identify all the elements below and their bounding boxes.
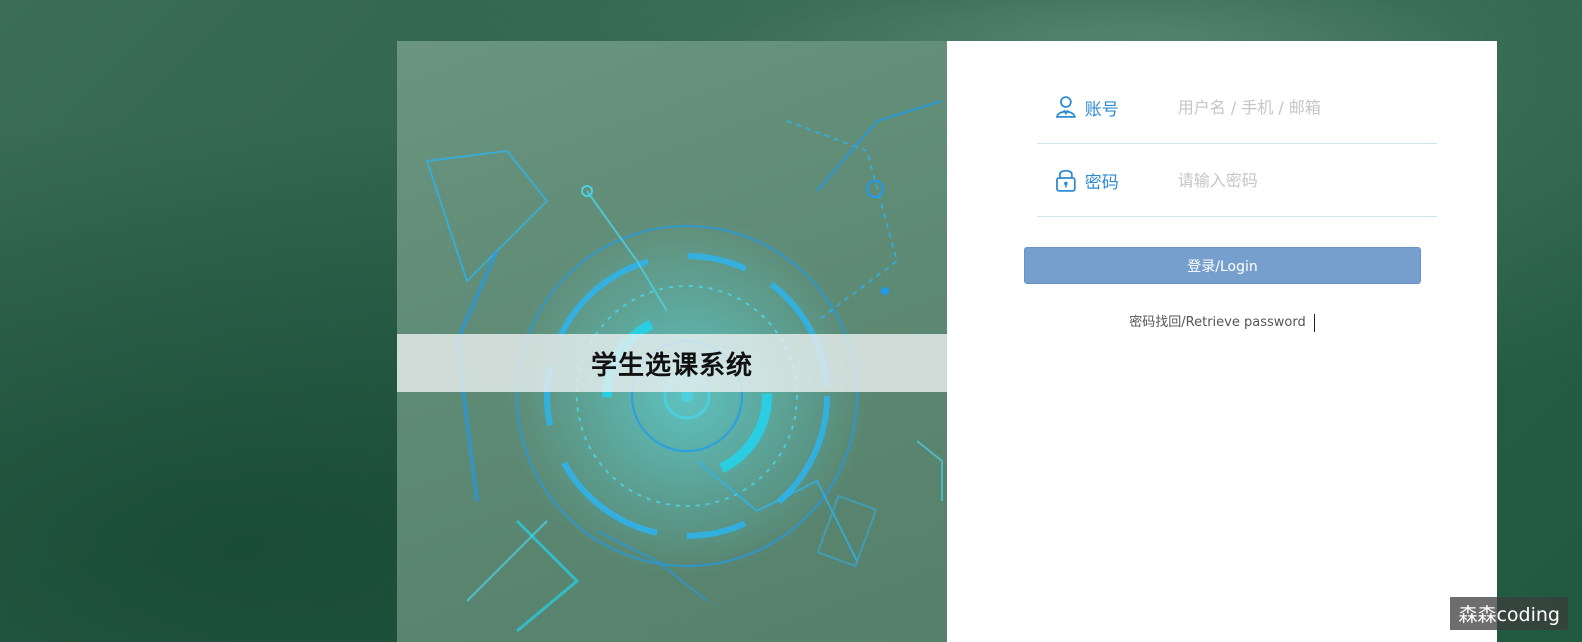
hero-panel: 学生选课系统 (397, 41, 947, 642)
user-icon (1055, 96, 1076, 118)
lock-icon (1056, 169, 1076, 192)
account-input[interactable] (1175, 96, 1437, 118)
watermark: 森森coding (1450, 597, 1568, 630)
password-label: 密码 (1084, 172, 1119, 193)
system-title: 学生选课系统 (590, 350, 753, 381)
text-cursor (1313, 313, 1315, 332)
account-label: 账号 (1084, 99, 1119, 120)
account-row: 账号 (1037, 71, 1437, 144)
retrieve-password-link[interactable]: 密码找回/Retrieve password (1129, 315, 1305, 330)
system-title-band: 学生选课系统 (397, 334, 947, 392)
login-button[interactable]: 登录/Login (1024, 247, 1421, 284)
login-form-panel: 账号 密码 登录/Login 密码找回/Retrieve password (947, 41, 1497, 642)
password-input[interactable] (1175, 169, 1437, 191)
login-card: 学生选课系统 账号 密码 登录/Login 密码找回/Retri (397, 41, 1497, 642)
password-row: 密码 (1037, 144, 1437, 217)
retrieve-password-row: 密码找回/Retrieve password (947, 311, 1497, 332)
